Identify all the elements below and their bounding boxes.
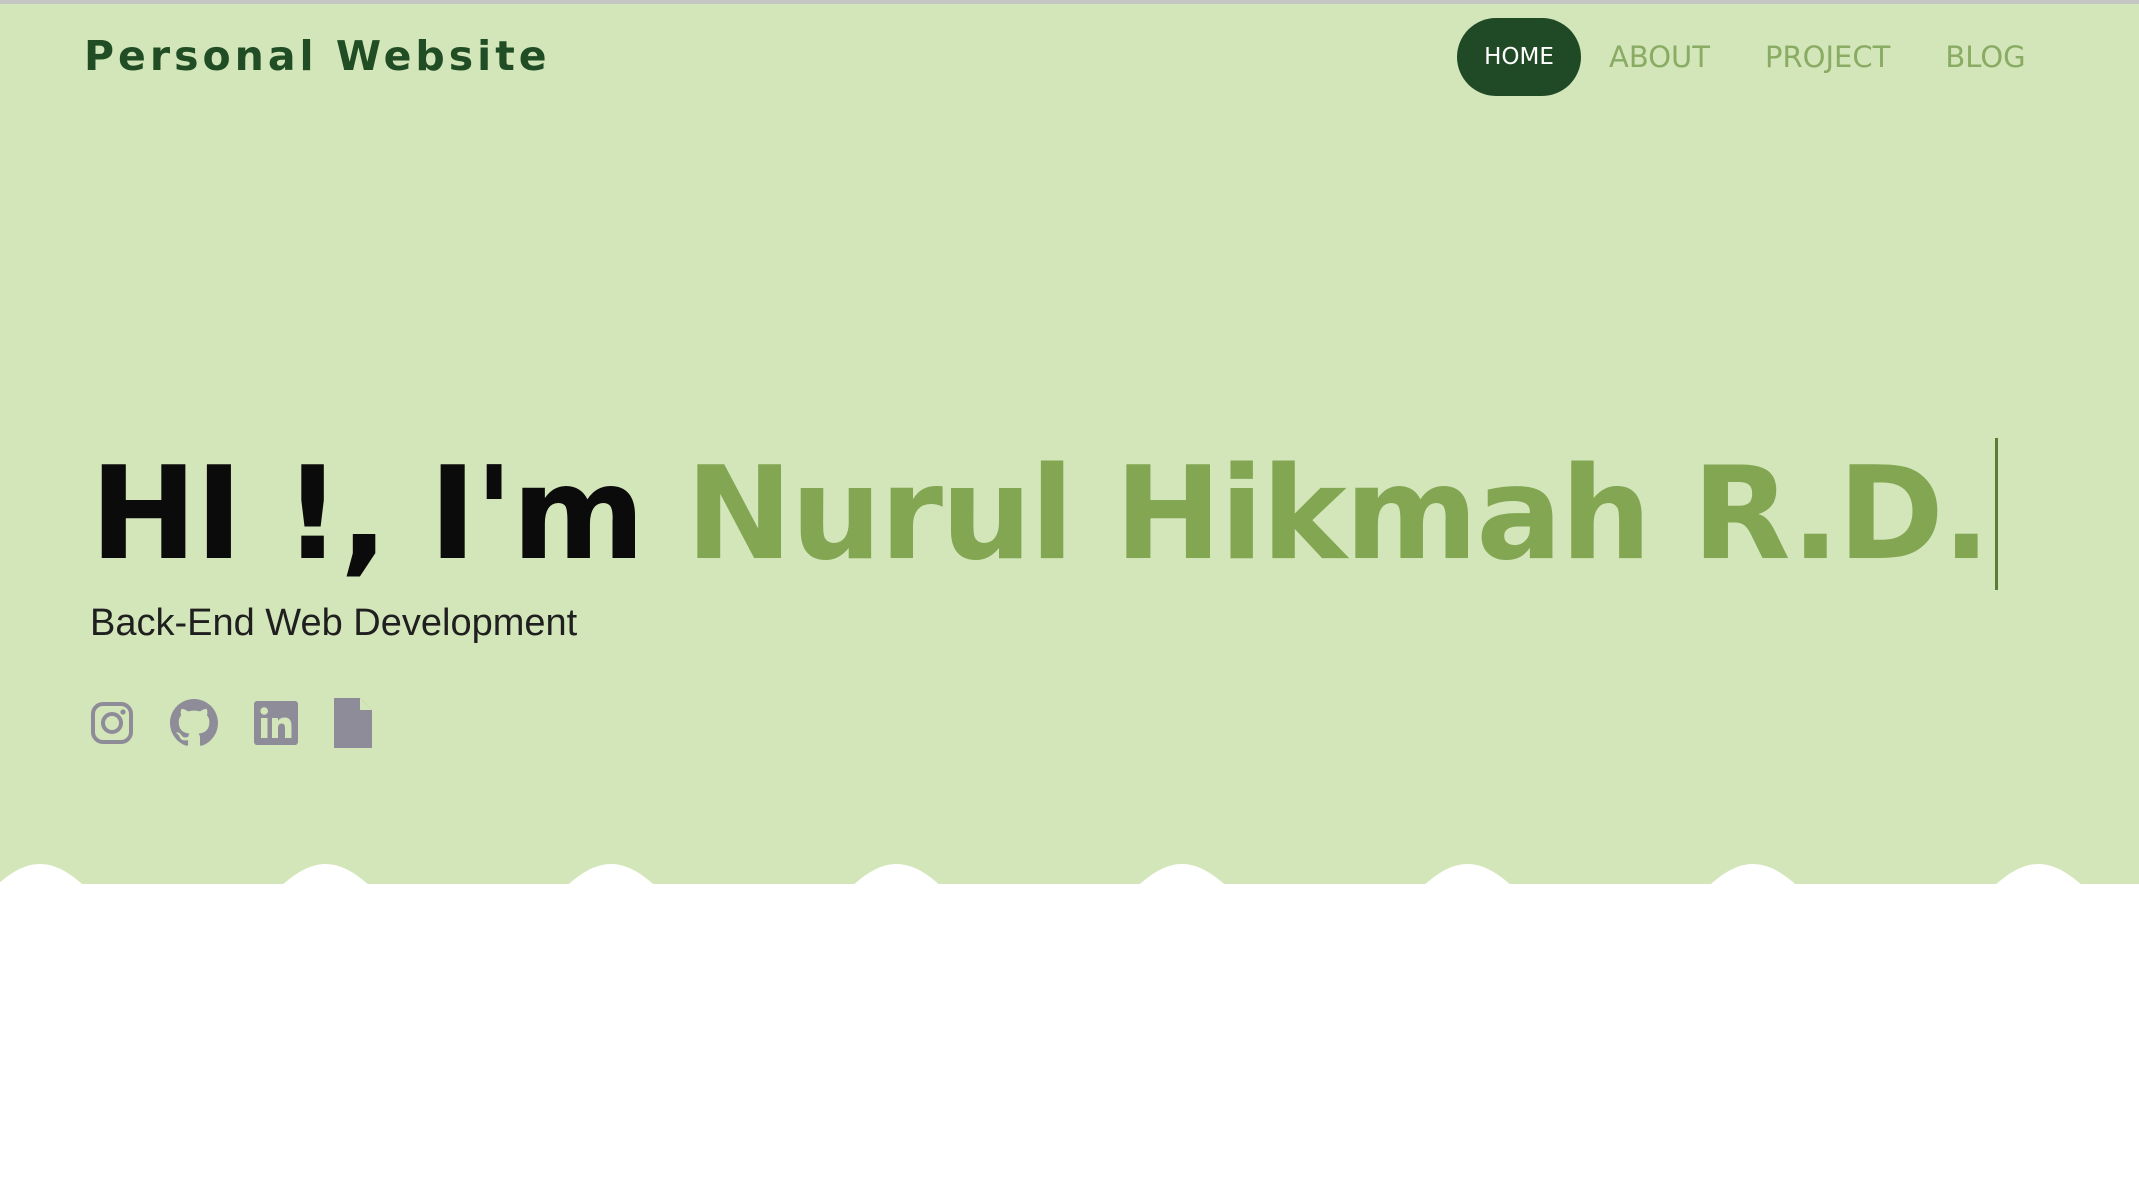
typing-caret [1994, 438, 1998, 590]
linkedin-icon [254, 701, 298, 745]
nav-home[interactable]: HOME [1457, 18, 1581, 96]
nav-project[interactable]: PROJECT [1765, 40, 1890, 74]
github-link[interactable] [170, 699, 218, 747]
main-nav: HOME ABOUT PROJECT BLOG [1457, 18, 2026, 96]
instagram-link[interactable] [90, 701, 134, 745]
linkedin-link[interactable] [254, 701, 298, 745]
social-links [90, 698, 408, 748]
wave-shape [0, 864, 2139, 974]
resume-link[interactable] [334, 698, 372, 748]
hero-headline: HI !, I'm Nurul Hikmah R.D. [90, 438, 1998, 590]
nav-about[interactable]: ABOUT [1609, 40, 1710, 74]
file-icon [334, 698, 372, 748]
greeting-text: HI !, I'm [90, 440, 686, 589]
github-icon [170, 699, 218, 746]
name-text: Nurul Hikmah R.D. [685, 440, 1991, 589]
instagram-icon [91, 702, 133, 744]
hero-wave-divider [0, 864, 2139, 974]
hero-section: Personal Website HOME ABOUT PROJECT BLOG… [0, 4, 2139, 884]
hero-subtitle: Back-End Web Development [90, 602, 578, 644]
nav-blog[interactable]: BLOG [1945, 40, 2025, 74]
page: Personal Website HOME ABOUT PROJECT BLOG… [0, 0, 2139, 1180]
site-title[interactable]: Personal Website [84, 32, 551, 80]
